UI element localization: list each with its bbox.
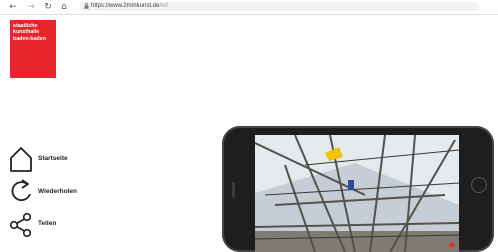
menu-item-label: Startseite (38, 155, 68, 162)
share-icon (9, 212, 32, 238)
home-icon[interactable]: ⌂ (59, 2, 69, 12)
menu-item-startseite[interactable]: Startseite (8, 145, 128, 175)
house-icon (10, 147, 32, 172)
menu-item-wiederholen[interactable]: Wiederholen (8, 177, 128, 207)
logo-line-1: staatliche (13, 23, 38, 29)
phone-home-button (471, 177, 487, 193)
reload-icon[interactable]: ↻ (43, 2, 53, 12)
menu-item-label: Wiederholen (38, 188, 77, 195)
video-screen[interactable] (255, 135, 459, 252)
kunsthalle-logo[interactable]: staatliche kunsthalle baden-baden (10, 20, 56, 78)
menu-item-teilen[interactable]: Teilen (8, 211, 128, 241)
attic-video-frame (255, 135, 459, 252)
lock-icon (84, 3, 89, 9)
smartphone-mockup (222, 126, 494, 252)
arrow-left-icon[interactable]: ← (8, 2, 18, 12)
logo-line-3: baden-baden (13, 35, 46, 42)
url-text[interactable]: https://www.2mmkunst.de/ed (91, 2, 168, 11)
phone-speaker (232, 182, 235, 198)
repeat-arrow-icon (11, 179, 31, 201)
browser-toolbar: ← → ↻ ⌂ https://www.2mmkunst.de/ed (0, 0, 498, 15)
menu-item-label: Teilen (38, 220, 57, 227)
arrow-right-icon[interactable]: → (26, 2, 36, 12)
